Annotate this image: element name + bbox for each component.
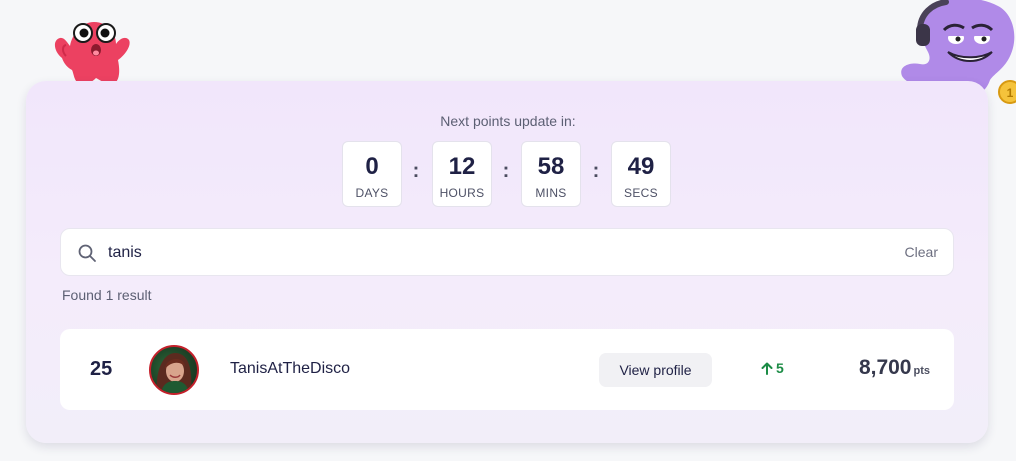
countdown-hours: 12 HOURS	[432, 141, 492, 207]
countdown-separator: :	[502, 160, 510, 182]
search-bar: Clear	[60, 228, 954, 276]
countdown-mins-value: 58	[537, 153, 565, 180]
countdown-secs-value: 49	[627, 153, 655, 180]
points-total: 8,700 pts	[859, 356, 930, 380]
arrow-up-icon	[761, 362, 773, 375]
avatar-portrait-icon	[156, 353, 192, 393]
username[interactable]: TanisAtTheDisco	[230, 360, 350, 378]
user-avatar[interactable]	[149, 345, 199, 395]
points-suffix: pts	[913, 365, 931, 377]
svg-text:1: 1	[1007, 86, 1014, 100]
countdown-days-value: 0	[365, 153, 379, 180]
pink-blob-mascot	[54, 22, 130, 85]
leaderboard-row: 25 TanisAtTheDisco View profile 5 8,700 p…	[60, 329, 954, 410]
countdown-secs-label: SECS	[624, 186, 658, 200]
countdown-separator: :	[412, 160, 420, 182]
countdown-caption: Next points update in:	[440, 113, 576, 129]
countdown-mins: 58 MINS	[521, 141, 581, 207]
rank-number: 25	[90, 358, 113, 380]
rank-change: 5	[761, 360, 784, 376]
view-profile-button[interactable]: View profile	[599, 353, 712, 387]
clear-search-button[interactable]: Clear	[905, 244, 938, 260]
points-value: 8,700	[858, 356, 912, 379]
countdown-separator: :	[592, 160, 600, 182]
countdown-secs: 49 SECS	[611, 141, 671, 207]
search-input[interactable]	[108, 239, 868, 267]
countdown-mins-label: MINS	[535, 186, 567, 200]
countdown-days: 0 DAYS	[342, 141, 402, 207]
countdown-hours-value: 12	[448, 153, 476, 180]
rank-change-value: 5	[776, 360, 784, 376]
countdown-days-label: DAYS	[355, 186, 389, 200]
countdown-hours-label: HOURS	[439, 186, 485, 200]
result-count: Found 1 result	[62, 287, 152, 303]
search-icon	[78, 244, 96, 262]
